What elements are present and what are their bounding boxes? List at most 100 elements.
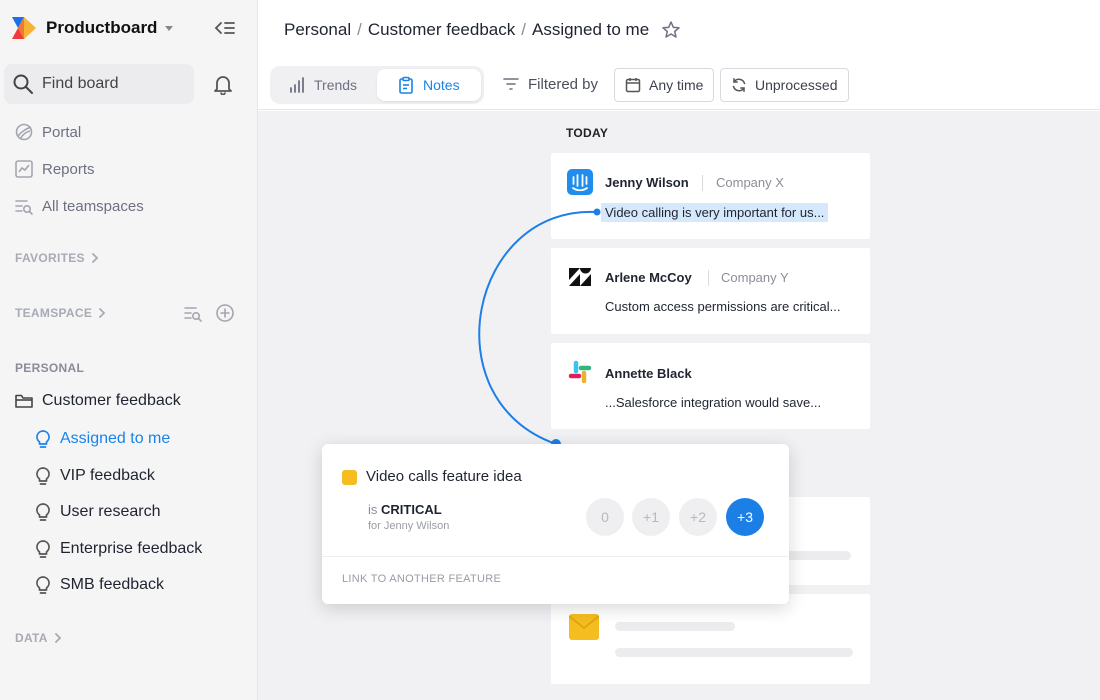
lightbulb-icon [34, 429, 52, 449]
app-name: Productboard [46, 18, 158, 37]
collapse-sidebar-icon[interactable] [214, 18, 236, 38]
section-teamspace[interactable]: TEAMSPACE [15, 306, 106, 320]
workspace-switcher[interactable]: Productboard [12, 14, 174, 42]
notifications-bell-icon[interactable] [212, 73, 234, 96]
intercom-icon [567, 169, 593, 195]
sidebar-item-label: Assigned to me [60, 430, 171, 447]
tab-notes[interactable]: Notes [377, 69, 481, 101]
breadcrumb-item-customer-feedback[interactable]: Customer feedback [368, 20, 515, 40]
search-icon [12, 73, 34, 95]
view-switcher: Trends Notes [270, 66, 484, 104]
chevron-right-icon [91, 253, 99, 263]
folder-customer-feedback[interactable]: Customer feedback [14, 391, 181, 411]
placeholder-line [615, 648, 853, 657]
score-button-plus1[interactable]: +1 [632, 498, 670, 536]
calendar-icon [625, 77, 641, 93]
status-filter-chip[interactable]: Unprocessed [720, 68, 849, 102]
section-label: DATA [15, 631, 48, 645]
productboard-logo-icon [12, 17, 36, 39]
lightbulb-icon [34, 539, 52, 559]
breadcrumb-separator: / [357, 20, 362, 39]
breadcrumb-separator: / [521, 20, 526, 39]
customer-name: Annette Black [605, 366, 692, 381]
sidebar-item-assigned-to-me[interactable]: Assigned to me [34, 427, 170, 451]
sidebar-item-all-teamspaces[interactable]: All teamspaces [14, 194, 144, 218]
sidebar: Productboard Find board Portal Reports A… [0, 0, 258, 700]
tab-label: Notes [423, 77, 460, 93]
chevron-right-icon [54, 633, 62, 643]
slack-icon [567, 359, 593, 385]
sidebar-item-reports[interactable]: Reports [14, 157, 95, 181]
folder-label: Customer feedback [42, 392, 181, 409]
status-filter-label: Unprocessed [755, 77, 838, 93]
time-filter-chip[interactable]: Any time [614, 68, 715, 102]
toolbar: Trends Notes Filtered by Any time Unproc… [258, 60, 1100, 110]
customer-name: Arlene McCoy [605, 270, 692, 285]
score-button-plus2[interactable]: +2 [679, 498, 717, 536]
time-filter-label: Any time [649, 77, 704, 93]
sidebar-item-label: Portal [42, 123, 82, 141]
lightbulb-icon [34, 575, 52, 595]
note-card[interactable]: Jenny Wilson Company X Video calling is … [551, 153, 870, 239]
search-teamspaces-icon[interactable] [183, 303, 203, 328]
note-excerpt: ...Salesforce integration would save... [605, 395, 822, 410]
caret-down-icon [165, 25, 174, 31]
refresh-icon [731, 77, 747, 93]
section-personal: PERSONAL [15, 361, 84, 375]
section-label: FAVORITES [15, 251, 85, 265]
feature-title[interactable]: Video calls feature idea [366, 468, 522, 485]
note-card-placeholder [551, 594, 870, 684]
score-button-plus3[interactable]: +3 [726, 498, 764, 536]
section-favorites[interactable]: FAVORITES [15, 251, 99, 265]
breadcrumb: Personal / Customer feedback / Assigned … [284, 18, 681, 42]
section-label: TEAMSPACE [15, 306, 93, 320]
zendesk-icon [567, 264, 593, 290]
divider [708, 270, 709, 286]
sidebar-item-smb-feedback[interactable]: SMB feedback [34, 573, 164, 597]
teamspace-actions [183, 303, 235, 328]
section-label: PERSONAL [15, 361, 85, 375]
note-card[interactable]: Arlene McCoy Company Y Custom access per… [551, 248, 870, 334]
filter-label: Filtered by [528, 75, 599, 93]
sidebar-item-enterprise-feedback[interactable]: Enterprise feedback [34, 537, 202, 561]
placeholder-line [615, 622, 735, 631]
filter-button[interactable]: Filtered by [502, 75, 598, 93]
bar-chart-icon [288, 76, 306, 94]
lightbulb-icon [34, 502, 52, 522]
divider [322, 556, 789, 557]
feature-color-flag [342, 470, 357, 485]
notes-group-label: TODAY [566, 126, 609, 140]
note-card[interactable]: Annette Black ...Salesforce integration … [551, 343, 870, 429]
feature-link-popup: Video calls feature idea is CRITICAL for… [322, 444, 789, 604]
lightbulb-icon [34, 466, 52, 486]
find-board-label: Find board [42, 75, 119, 92]
section-data[interactable]: DATA [15, 631, 62, 645]
email-icon [568, 614, 600, 640]
sidebar-item-portal[interactable]: Portal [14, 120, 81, 144]
sidebar-item-label: User research [60, 503, 161, 520]
tab-trends[interactable]: Trends [288, 69, 357, 101]
page-title: Assigned to me [531, 20, 650, 39]
clipboard-icon [397, 76, 415, 94]
add-teamspace-icon[interactable] [215, 303, 235, 328]
highlighted-excerpt[interactable]: Video calling is very important for us..… [601, 203, 829, 222]
portal-icon [14, 122, 34, 142]
teamspaces-icon [14, 196, 34, 216]
find-board-search[interactable]: Find board [4, 64, 194, 104]
breadcrumb-item-personal[interactable]: Personal [284, 20, 351, 40]
sidebar-item-vip-feedback[interactable]: VIP feedback [34, 464, 155, 488]
note-excerpt: Custom access permissions are critical..… [605, 299, 841, 314]
importance-level: CRITICAL [381, 502, 442, 517]
tab-label: Trends [314, 77, 358, 93]
importance-text: is CRITICAL [368, 502, 442, 517]
chevron-right-icon [99, 308, 106, 318]
sidebar-item-label: All teamspaces [42, 197, 144, 215]
link-another-feature-button[interactable]: LINK TO ANOTHER FEATURE [342, 573, 501, 585]
sidebar-item-user-research[interactable]: User research [34, 500, 160, 524]
importance-prefix: is [368, 502, 378, 517]
sidebar-item-label: VIP feedback [60, 467, 155, 484]
score-button-0[interactable]: 0 [586, 498, 624, 536]
star-icon[interactable] [661, 20, 681, 40]
importance-for: for Jenny Wilson [368, 520, 450, 532]
sidebar-item-label: SMB feedback [60, 576, 165, 593]
